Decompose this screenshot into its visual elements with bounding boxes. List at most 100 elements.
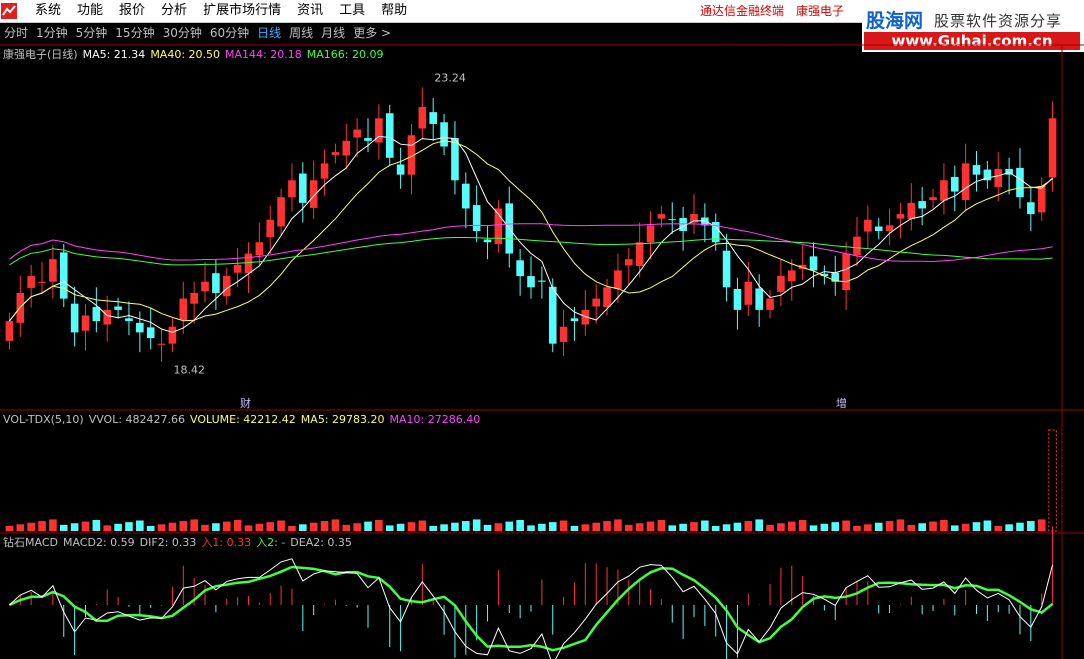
candle-body [907, 202, 916, 220]
candle-body [179, 298, 188, 321]
volume-legend: VOL-TDX(5,10) VVOL: 482427.66 VOLUME: 4221… [3, 412, 485, 428]
volume-bar [353, 523, 361, 531]
tab-period-7[interactable]: 周线 [285, 23, 317, 44]
candle-body [16, 292, 25, 323]
ma144-line [9, 223, 1053, 263]
volume-bar [722, 524, 731, 531]
volume-bar [201, 524, 209, 531]
main-legend-item: MA144: 20.18 [225, 48, 302, 61]
vol-legend-item: VOL-TDX(5,10) [3, 413, 84, 426]
candle-body [940, 180, 948, 201]
volume-bar [16, 524, 25, 531]
ma5-line [9, 135, 1053, 333]
menu-item-6[interactable]: 工具 [331, 0, 373, 22]
menu-item-7[interactable]: 帮助 [373, 0, 415, 22]
candle-body [809, 256, 818, 271]
volume-bar [820, 523, 829, 531]
tab-period-4[interactable]: 30分钟 [159, 23, 206, 44]
candle-body [483, 239, 492, 243]
vol-legend-item: VVOL: 482427.66 [88, 413, 186, 426]
candle-body [505, 203, 514, 254]
menu-item-3[interactable]: 分析 [153, 0, 195, 22]
candle-body [136, 322, 144, 333]
menu-item-2[interactable]: 报价 [111, 0, 153, 22]
volume-bar [733, 522, 742, 531]
volume-bar [472, 519, 481, 531]
candle-body [820, 273, 829, 277]
macd-legend-item: 入2: - [256, 536, 286, 549]
volume-bar [1027, 521, 1035, 531]
volume-bar [592, 522, 600, 531]
main-legend-item: MA40: 20.50 [150, 48, 221, 61]
candle-body [657, 214, 666, 219]
volume-bar [701, 520, 709, 531]
macd-legend-item: 钻石MACD [3, 536, 58, 549]
tab-period-1[interactable]: 1分钟 [32, 23, 72, 44]
candle-body [92, 307, 101, 322]
volume-bar [972, 522, 981, 531]
candle-body [538, 280, 546, 282]
volume-bar [907, 524, 916, 531]
candle-body [59, 252, 68, 299]
volume-bar [831, 522, 840, 531]
volume-bar [114, 523, 122, 531]
candle-body [701, 217, 709, 226]
tab-period-3[interactable]: 15分钟 [111, 23, 158, 44]
candle-body [755, 288, 763, 310]
tab-period-2[interactable]: 5分钟 [72, 23, 112, 44]
volume-bar [222, 521, 231, 531]
volume-bar [766, 524, 774, 531]
candle-body [1027, 202, 1035, 215]
tab-period-5[interactable]: 60分钟 [206, 23, 253, 44]
menu-item-1[interactable]: 功能 [69, 0, 111, 22]
candle-body [733, 289, 742, 310]
macd-legend: 钻石MACD MACD2: 0.59 DIF2: 0.33 入1: 0.33 入2: -… [3, 535, 357, 551]
candle-body [5, 321, 14, 341]
candle-body [516, 260, 524, 277]
tab-period-9[interactable]: 更多 > [349, 23, 395, 44]
candle-body [624, 259, 633, 266]
tab-period-6[interactable]: 日线 [253, 23, 285, 44]
volume-bar [288, 525, 296, 531]
volume-bar [266, 522, 275, 531]
volume-bar [690, 522, 698, 531]
volume-bar [494, 523, 503, 531]
candle-body [842, 253, 850, 291]
volume-bar [679, 523, 687, 531]
candle-body [375, 118, 383, 143]
candle-body [1016, 167, 1024, 198]
candle-body [864, 219, 872, 232]
tab-period-0[interactable]: 分时 [0, 23, 32, 44]
menu-item-4[interactable]: 扩展市场行情 [195, 0, 289, 22]
candle-body [798, 264, 807, 269]
volume-bar [1005, 524, 1013, 531]
volume-bar [483, 524, 492, 531]
candle-body [777, 276, 785, 292]
menu-item-0[interactable]: 系统 [27, 0, 69, 22]
tab-period-8[interactable]: 月线 [317, 23, 349, 44]
candle-body [581, 309, 590, 325]
candle-body [472, 205, 481, 231]
candle-body [364, 138, 372, 141]
candle-body [125, 318, 133, 322]
candle-body [233, 264, 242, 273]
volume-bar [309, 522, 318, 531]
candle-body [462, 183, 470, 209]
candle-body [679, 218, 687, 231]
macd-legend-item: DEA2: 0.35 [290, 536, 352, 549]
vol-legend-item: MA5: 29783.20 [300, 413, 385, 426]
volume-bar [440, 524, 448, 531]
kline-chart[interactable]: 23.24 18.42 财 增 [0, 0, 1084, 659]
candle-body [440, 122, 448, 147]
candle-body [548, 286, 557, 344]
main-legend-item: 康强电子(日线) [3, 48, 78, 61]
volume-bar [929, 521, 937, 531]
volume-bar [744, 521, 753, 531]
volume-bar [179, 521, 188, 531]
volume-bar [320, 521, 329, 531]
volume-bar [407, 522, 416, 531]
candle-body [353, 129, 361, 138]
volume-bar [842, 520, 850, 531]
menu-item-5[interactable]: 资讯 [289, 0, 331, 22]
volume-bar [375, 519, 383, 531]
